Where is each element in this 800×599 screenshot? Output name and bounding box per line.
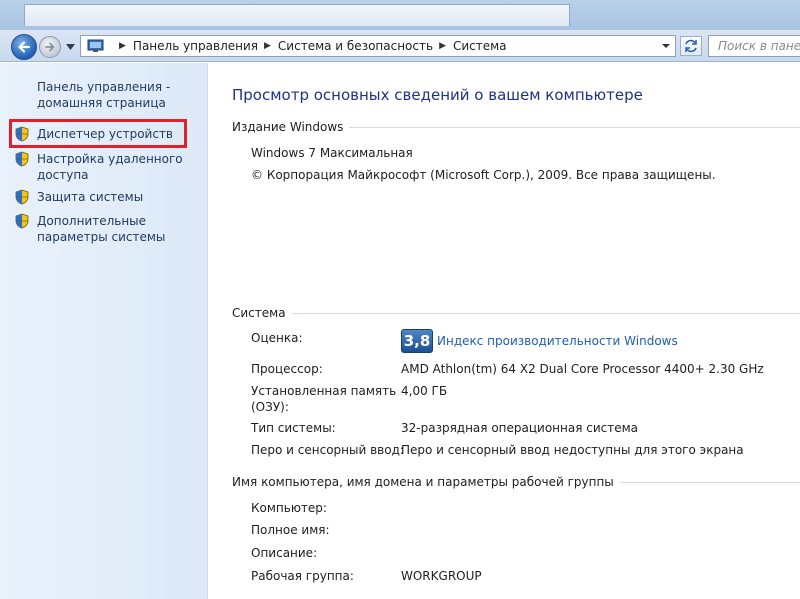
shield-icon (15, 213, 29, 229)
memory-label-line2: (ОЗУ): (251, 400, 289, 414)
computer-label: Компьютер: (251, 501, 327, 515)
breadcrumb-control-panel[interactable]: Панель управления (133, 39, 258, 53)
sidebar-item-label: Дополнительные параметры системы (37, 214, 166, 244)
workgroup-value: WORKGROUP (401, 569, 482, 583)
pen-touch-value: Перо и сенсорный ввод недоступны для это… (401, 443, 744, 457)
search-input[interactable]: Поиск в панели (708, 35, 800, 57)
breadcrumb-separator-icon: ▶ (119, 41, 126, 51)
section-divider (619, 481, 800, 483)
performance-score-badge[interactable]: 3,8 (401, 329, 433, 353)
control-panel-icon (87, 39, 104, 52)
processor-value: AMD Athlon(tm) 64 X2 Dual Core Processor… (401, 362, 764, 376)
selection-highlight-box (9, 119, 187, 148)
shield-icon (15, 189, 29, 205)
sidebar-item-system-protection[interactable]: Защита системы (14, 189, 202, 205)
rating-label: Оценка: (251, 331, 303, 345)
section-computer-name: Имя компьютера, имя домена и параметры р… (232, 475, 800, 489)
section-heading: Система (232, 306, 286, 320)
forward-button[interactable] (39, 36, 61, 58)
arrow-left-icon (18, 41, 31, 53)
section-system: Система (232, 306, 800, 320)
control-panel-home-link[interactable]: Панель управления - домашняя страница (37, 79, 197, 111)
sidebar-item-label: Защита системы (37, 190, 144, 204)
memory-label: Установленная память (251, 384, 397, 398)
sidebar-item-advanced-settings[interactable]: Дополнительные параметры системы (14, 213, 202, 245)
fullname-label: Полное имя: (251, 523, 330, 537)
breadcrumb-system[interactable]: Система (453, 39, 507, 53)
memory-value: 4,00 ГБ (401, 384, 448, 398)
copyright-text: © Корпорация Майкрософт (Microsoft Corp.… (251, 168, 716, 182)
sidebar-item-remote-settings[interactable]: Настройка удаленного доступа (14, 151, 202, 183)
task-pane: Панель управления - домашняя страница Ди… (0, 63, 208, 599)
workgroup-label: Рабочая группа: (251, 569, 354, 583)
refresh-icon (685, 39, 697, 53)
breadcrumb-system-security[interactable]: Система и безопасность (278, 39, 433, 53)
section-heading: Издание Windows (232, 120, 344, 134)
title-area (24, 4, 570, 26)
address-dropdown-icon[interactable] (661, 42, 671, 50)
performance-index-link[interactable]: Индекс производительности Windows (437, 334, 678, 348)
back-button[interactable] (11, 34, 37, 60)
system-type-label: Тип системы: (251, 421, 336, 435)
chevron-down-icon (65, 44, 75, 50)
description-label: Описание: (251, 546, 318, 560)
shield-icon (15, 151, 29, 167)
refresh-button[interactable] (680, 36, 702, 56)
windows-edition-value: Windows 7 Максимальная (251, 146, 413, 160)
section-divider (291, 312, 800, 314)
pen-touch-label: Перо и сенсорный ввод: (251, 443, 404, 457)
breadcrumb-separator-icon[interactable]: ▶ (264, 41, 271, 51)
processor-label: Процессор: (251, 362, 323, 376)
section-divider (349, 126, 800, 128)
breadcrumb-separator-icon[interactable]: ▶ (439, 41, 446, 51)
window-title-strip (0, 0, 800, 30)
address-bar[interactable]: ▶ Панель управления ▶ Система и безопасн… (80, 35, 676, 57)
system-type-value: 32-разрядная операционная система (401, 421, 639, 435)
recent-pages-button[interactable] (64, 42, 76, 52)
page-title: Просмотр основных сведений о вашем компь… (232, 86, 643, 104)
section-windows-edition: Издание Windows (232, 120, 800, 134)
section-heading: Имя компьютера, имя домена и параметры р… (232, 475, 614, 489)
sidebar-item-label: Настройка удаленного доступа (37, 152, 183, 182)
arrow-right-icon (45, 42, 55, 52)
